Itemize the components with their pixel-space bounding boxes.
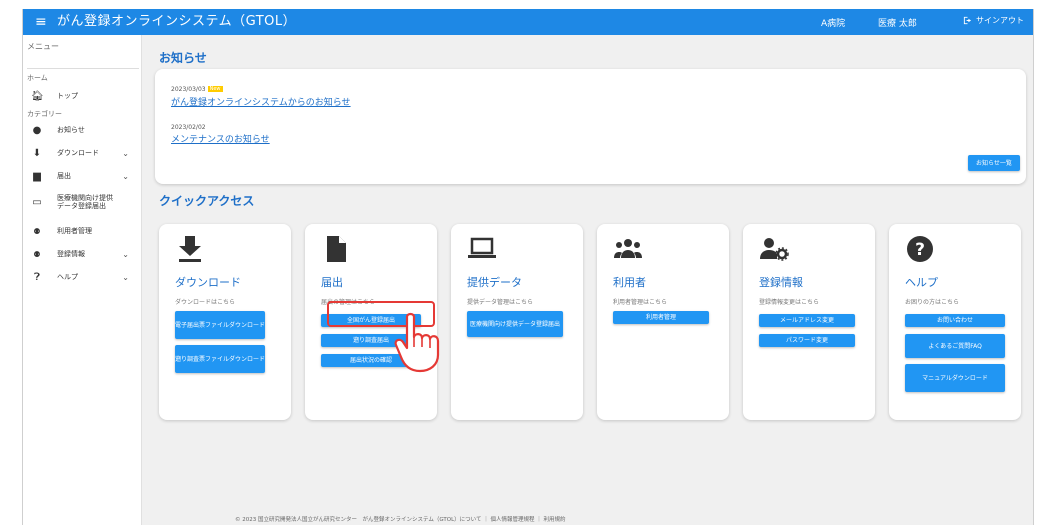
news-link[interactable]: がん登録オンラインシステムからのお知らせ — [171, 95, 351, 108]
svg-text:?: ? — [915, 240, 925, 260]
laptop-icon — [468, 237, 496, 258]
app-title: がん登録オンラインシステム（GTOL） — [57, 14, 297, 29]
sidebar-category-heading: カテゴリー — [27, 110, 62, 118]
signout-label: サインアウト — [976, 16, 1024, 25]
card-title: 提供データ — [467, 276, 522, 289]
file-icon: ▆ — [33, 170, 41, 182]
download-icon: ⬇ — [32, 147, 42, 159]
users-icon — [614, 239, 642, 258]
user-name: 医療 太郎 — [878, 19, 917, 29]
help-icon: ❓︎ — [33, 271, 40, 283]
sidebar-menu-heading: メニュー — [27, 42, 59, 51]
info-icon: ● — [32, 124, 42, 136]
news-date: 2023/02/02 — [171, 124, 206, 131]
user-management-button[interactable]: 利用者管理 — [613, 311, 709, 324]
top-app-bar: ≡ がん登録オンラインシステム（GTOL） A病院 医療 太郎 サインアウト — [23, 9, 1033, 35]
news-date: 2023/03/03 New — [171, 86, 223, 93]
news-date-text: 2023/03/03 — [171, 86, 206, 93]
sidebar-item-label: 利用者管理 — [57, 227, 92, 235]
quick-access-card-download: ダウンロード ダウンロードはこちら 電子届出票ファイルダウンロード 遡り調査票フ… — [159, 224, 291, 420]
sidebar-item-label: 医療機関向け提供データ登録届出 — [57, 194, 113, 210]
download-report-file-button[interactable]: 電子届出票ファイルダウンロード — [175, 311, 265, 339]
provided-data-registration-button[interactable]: 医療機関向け提供データ登録届出 — [467, 311, 563, 337]
sidebar-item-label: ダウンロード — [57, 149, 99, 157]
quick-access-card-users: 利用者 利用者管理はこちら 利用者管理 — [597, 224, 729, 420]
sidebar-item-top[interactable]: 🏠︎ トップ — [23, 87, 141, 105]
manual-download-button[interactable]: マニュアルダウンロード — [905, 364, 1005, 392]
laptop-icon: ▭ — [32, 196, 42, 208]
sidebar-home-heading: ホーム — [27, 74, 48, 82]
sidebar-item-users[interactable]: ⚉ 利用者管理 — [23, 222, 141, 240]
users-icon: ⚉ — [33, 226, 41, 236]
hamburger-menu-icon[interactable]: ≡ — [35, 13, 47, 31]
screenshot-frame: ≡ がん登録オンラインシステム（GTOL） A病院 医療 太郎 サインアウト メ… — [0, 0, 1041, 525]
card-title: ヘルプ — [905, 276, 938, 289]
sidebar-item-label: お知らせ — [57, 126, 85, 134]
change-email-button[interactable]: メールアドレス変更 — [759, 314, 855, 327]
quick-access-card-registration-info: 登録情報 登録情報変更はこちら メールアドレス変更 パスワード変更 — [743, 224, 875, 420]
user-cog-icon — [760, 238, 789, 261]
signout-button[interactable]: サインアウト — [963, 15, 1024, 26]
change-password-button[interactable]: パスワード変更 — [759, 334, 855, 347]
card-description: 利用者管理はこちら — [613, 299, 668, 306]
quick-access-section-title: クイックアクセス — [159, 194, 255, 208]
card-title: ダウンロード — [175, 276, 241, 289]
user-cog-icon: ⚉ — [33, 249, 41, 259]
new-badge: New — [207, 86, 223, 92]
sidebar: メニュー ホーム 🏠︎ トップ カテゴリー ● お知らせ ⬇ ダウンロード ⌄ … — [23, 35, 142, 525]
footer: © 2023 国立研究開発法人国立がん研究センター がん登録オンラインシステム（… — [235, 517, 566, 523]
sidebar-item-help[interactable]: ❓︎ ヘルプ ⌄ — [23, 268, 141, 286]
card-description: ダウンロードはこちら — [175, 299, 236, 306]
card-description: 提供データ管理はこちら — [467, 299, 534, 306]
sidebar-divider — [27, 68, 139, 69]
sidebar-item-registration-info[interactable]: ⚉ 登録情報 ⌄ — [23, 245, 141, 263]
chevron-down-icon: ⌄ — [122, 171, 129, 181]
sidebar-item-notification[interactable]: ▆ 届出 ⌄ — [23, 167, 141, 185]
app-window: ≡ がん登録オンラインシステム（GTOL） A病院 医療 太郎 サインアウト メ… — [22, 9, 1034, 525]
card-description: お困りの方はこちら — [905, 299, 960, 306]
sidebar-item-label: 届出 — [57, 172, 71, 180]
help-icon: ? — [907, 236, 933, 262]
faq-button[interactable]: よくあるご質問FAQ — [905, 334, 1005, 358]
chevron-down-icon: ⌄ — [122, 272, 129, 282]
pointing-hand-icon — [394, 312, 440, 373]
contact-button[interactable]: お問い合わせ — [905, 314, 1005, 327]
card-description: 登録情報変更はこちら — [759, 299, 820, 306]
download-icon — [179, 236, 201, 262]
home-icon: 🏠︎ — [31, 90, 44, 102]
download-retro-survey-file-button[interactable]: 遡り調査票ファイルダウンロード — [175, 345, 265, 373]
card-title: 登録情報 — [759, 276, 803, 289]
news-list-button[interactable]: お知らせ一覧 — [968, 155, 1020, 171]
signout-icon — [963, 16, 972, 25]
news-card: 2023/03/03 New がん登録オンラインシステムからのお知らせ 2023/… — [155, 69, 1026, 184]
quick-access-card-provided-data: 提供データ 提供データ管理はこちら 医療機関向け提供データ登録届出 — [451, 224, 583, 420]
chevron-down-icon: ⌄ — [122, 249, 129, 259]
card-title: 届出 — [321, 276, 343, 289]
sidebar-item-label: 登録情報 — [57, 250, 85, 258]
file-icon — [327, 236, 346, 262]
news-link[interactable]: メンテナンスのお知らせ — [171, 132, 270, 145]
sidebar-item-label: ヘルプ — [57, 273, 78, 281]
hospital-name: A病院 — [821, 19, 846, 29]
card-title: 利用者 — [613, 276, 646, 289]
sidebar-item-provided-data[interactable]: ▭ 医療機関向け提供データ登録届出 — [23, 190, 141, 214]
main-content: お知らせ 2023/03/03 New がん登録オンラインシステムからのお知らせ … — [155, 35, 1026, 525]
sidebar-item-news[interactable]: ● お知らせ — [23, 121, 141, 139]
chevron-down-icon: ⌄ — [122, 148, 129, 158]
quick-access-card-help: ? ヘルプ お困りの方はこちら お問い合わせ よくあるご質問FAQ マニュアルダ… — [889, 224, 1021, 420]
news-section-title: お知らせ — [159, 51, 207, 65]
sidebar-item-download[interactable]: ⬇ ダウンロード ⌄ — [23, 144, 141, 162]
sidebar-item-label: トップ — [57, 92, 78, 100]
